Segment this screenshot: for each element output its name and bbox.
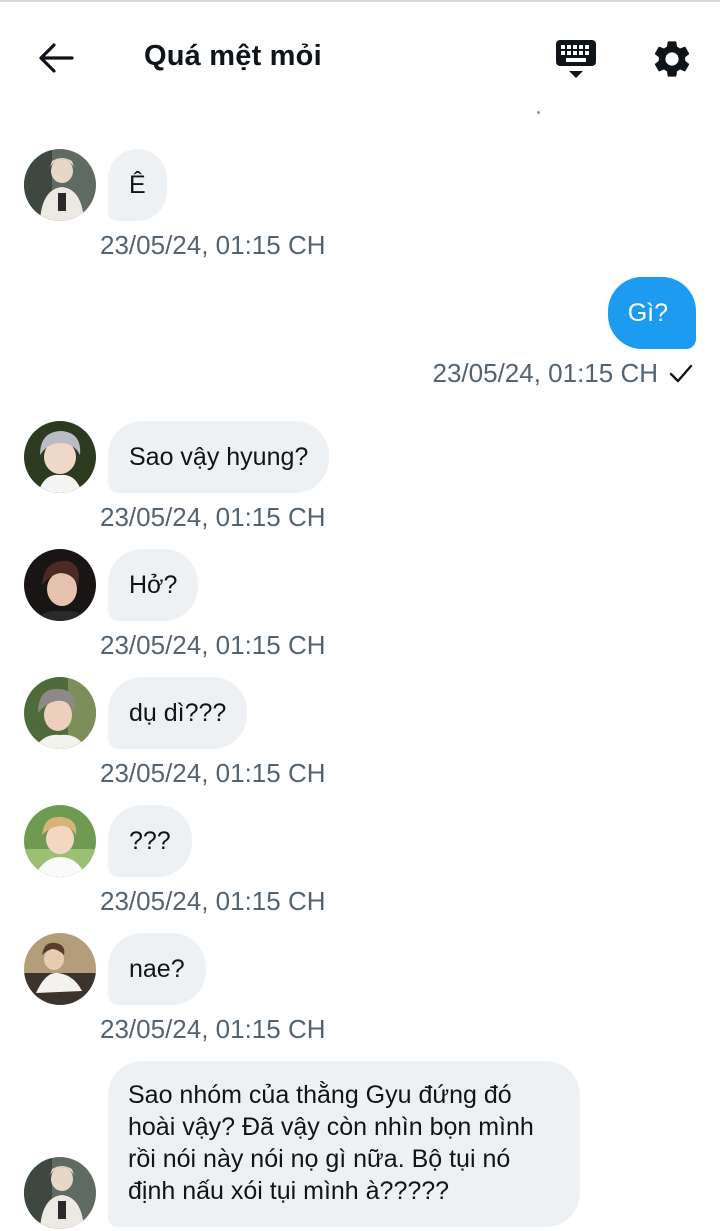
- message-timestamp: 23/05/24, 01:15 CH: [100, 502, 326, 532]
- arrow-left-icon: [39, 43, 74, 73]
- message-timestamp: 23/05/24, 01:15 CH: [100, 630, 326, 660]
- avatar[interactable]: [24, 805, 96, 877]
- message-bubble[interactable]: Ê: [108, 149, 167, 221]
- message-bubble[interactable]: dụ dì???: [108, 677, 248, 749]
- message-bubble[interactable]: ???: [108, 805, 192, 877]
- message-bubble[interactable]: Sao vậy hyung?: [108, 421, 330, 493]
- checkmark-icon: [669, 364, 693, 383]
- avatar[interactable]: [24, 421, 96, 493]
- conversation-title[interactable]: Quá mệt mỏi: [144, 40, 322, 73]
- message-timestamp: 23/05/24, 01:15 CH: [100, 758, 326, 788]
- avatar[interactable]: [24, 677, 96, 749]
- keyboard-toggle-button[interactable]: [552, 36, 600, 84]
- message-timestamp: 23/05/24, 01:15 CH: [100, 1014, 326, 1044]
- avatar-image: [24, 1157, 96, 1229]
- avatar-image: [24, 549, 96, 621]
- avatar-image: [24, 677, 96, 749]
- avatar[interactable]: [24, 549, 96, 621]
- scroll-dot: [537, 111, 540, 114]
- message-timestamp: 23/05/24, 01:15 CH: [432, 358, 659, 388]
- chat-header: Quá mệt mỏi: [0, 2, 720, 110]
- avatar-image: [24, 933, 96, 1005]
- avatar[interactable]: [24, 1157, 96, 1229]
- keyboard-icon: [556, 40, 596, 78]
- message-bubble-outgoing[interactable]: Gì?: [607, 277, 696, 349]
- back-button[interactable]: [30, 38, 82, 78]
- message-timestamp: 23/05/24, 01:15 CH: [100, 230, 326, 260]
- avatar-image: [24, 421, 96, 493]
- message-bubble[interactable]: Sao nhóm của thằng Gyu đứng đó hoài vậy?…: [108, 1061, 580, 1227]
- avatar-image: [24, 149, 96, 221]
- avatar[interactable]: [24, 933, 96, 1005]
- settings-button[interactable]: [650, 37, 694, 81]
- message-bubble[interactable]: nae?: [108, 933, 206, 1005]
- avatar[interactable]: [24, 149, 96, 221]
- message-timestamp: 23/05/24, 01:15 CH: [100, 886, 326, 916]
- gear-icon: [654, 41, 690, 77]
- message-bubble[interactable]: Hở?: [108, 549, 199, 621]
- avatar-image: [24, 805, 96, 877]
